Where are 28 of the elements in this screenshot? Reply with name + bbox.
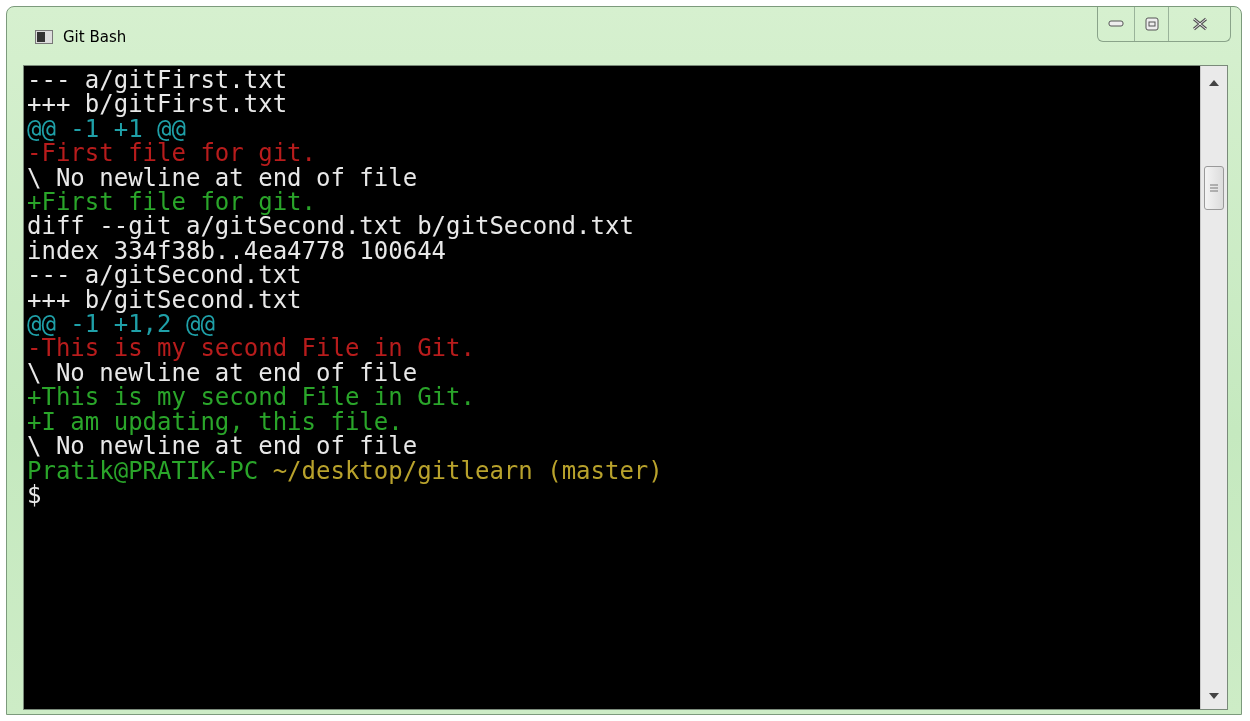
window-title: Git Bash: [63, 28, 127, 46]
prompt-user: Pratik@PRATIK-PC: [27, 456, 259, 485]
close-icon[interactable]: [1191, 17, 1208, 31]
scroll-down-icon[interactable]: [1209, 693, 1219, 699]
terminal-line: \ No newline at end of file: [27, 434, 418, 459]
terminal-line: diff --git a/gitSecond.txt b/gitSecond.txt: [27, 214, 635, 239]
scroll-thumb[interactable]: [1204, 166, 1224, 210]
added-line: +I am updating, this file.: [27, 409, 403, 435]
added-line: +This is my second File in Git.: [27, 385, 476, 410]
terminal-icon: [35, 30, 53, 44]
added-line: +First file for git.: [27, 190, 316, 215]
hunk-header: @@ -1 +1,2 @@: [27, 312, 215, 337]
removed-line: -This is my second File in Git.: [27, 336, 476, 361]
terminal-line: \ No newline at end of file: [27, 165, 419, 191]
hunk-header: @@ -1 +1 @@: [27, 116, 186, 142]
terminal-line: index 334f38b..4ea4778 100644: [27, 238, 447, 264]
terminal-line: +++ b/gitSecond.txt: [27, 287, 303, 313]
terminal-line: --- a/gitSecond.txt: [27, 263, 303, 288]
minimize-icon[interactable]: [1108, 20, 1124, 28]
terminal-line: \ No newline at end of file: [27, 360, 418, 386]
maximize-icon[interactable]: [1144, 17, 1159, 31]
removed-line: -First file for git.: [27, 141, 317, 166]
scroll-up-icon[interactable]: [1209, 80, 1219, 86]
scrollbar[interactable]: [1200, 66, 1227, 709]
prompt-symbol: $: [27, 482, 42, 508]
terminal-line: +++ b/gitFirst.txt: [27, 92, 289, 117]
prompt-path: ~/desktop/gitlearn (master): [272, 456, 663, 485]
terminal-line: --- a/gitFirst.txt: [27, 68, 289, 93]
